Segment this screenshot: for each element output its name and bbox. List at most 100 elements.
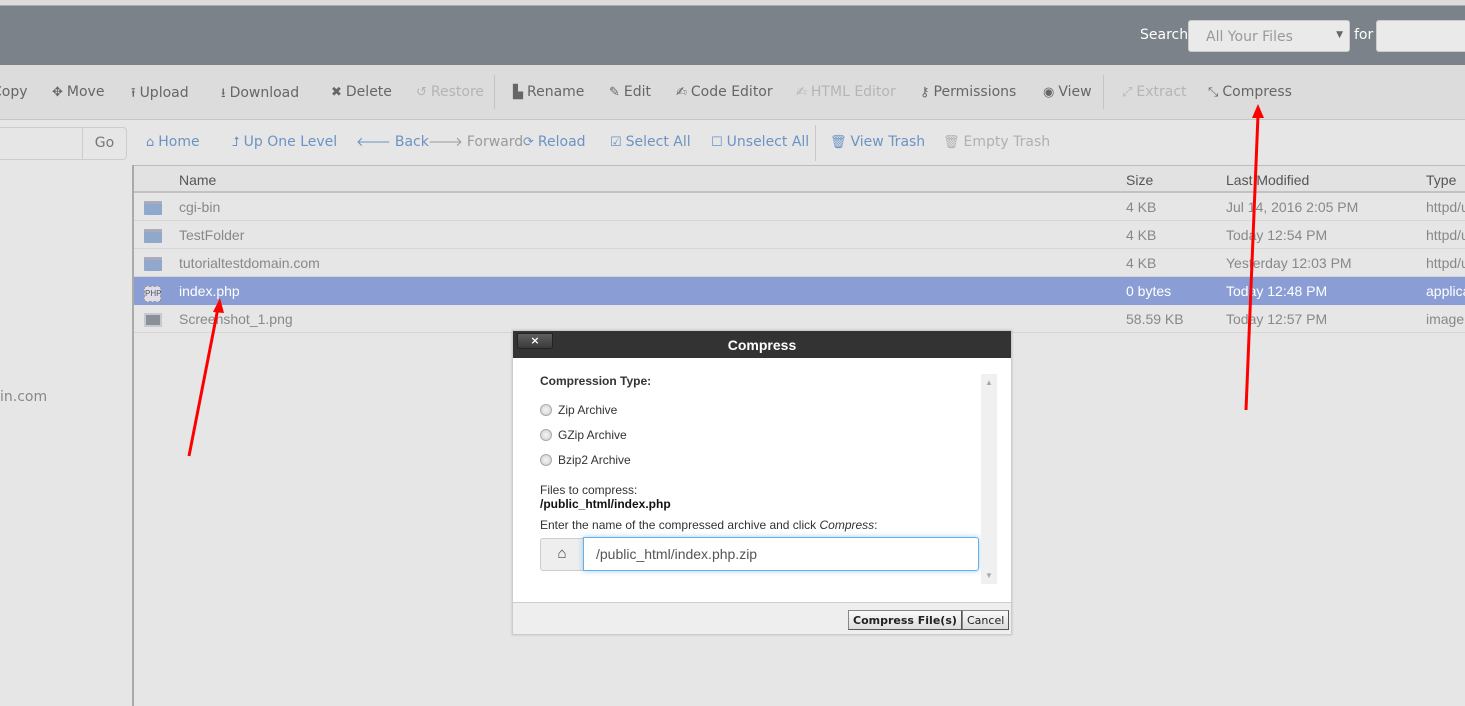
key-icon: ⚷ — [920, 85, 930, 100]
scroll-down-icon[interactable]: ▼ — [985, 571, 993, 580]
file-name: tutorialtestdomain.com — [179, 255, 320, 271]
delete-button[interactable]: ✖ Delete — [331, 84, 392, 100]
rename-button[interactable]: ▙ Rename — [513, 84, 584, 100]
table-row[interactable]: cgi-bin 4 KB Jul 14, 2016 2:05 PM httpd/… — [134, 193, 1465, 221]
select-all-button[interactable]: ☑ Select All — [610, 134, 691, 150]
cancel-button[interactable]: Cancel — [962, 610, 1010, 630]
copy-button[interactable]: Copy — [0, 84, 28, 100]
file-type: httpd/u — [1426, 199, 1465, 215]
folder-icon — [144, 199, 162, 216]
column-size[interactable]: Size — [1126, 172, 1153, 188]
compress-files-button[interactable]: Compress File(s) — [848, 610, 962, 630]
file-type: image — [1426, 311, 1465, 327]
eye-icon: ◉ — [1043, 85, 1055, 100]
header-bar: Search All Your Files ▼ for — [0, 6, 1465, 65]
search-scope-select[interactable]: All Your Files ▼ — [1188, 20, 1350, 52]
file-size: 4 KB — [1126, 199, 1157, 215]
unselect-all-button[interactable]: ☐ Unselect All — [711, 134, 809, 150]
column-type[interactable]: Type — [1426, 172, 1456, 188]
path-input[interactable] — [0, 127, 83, 160]
search-scope-value: All Your Files — [1206, 29, 1293, 45]
archive-name-input[interactable] — [583, 537, 979, 571]
checkbox-empty-icon: ☐ — [711, 135, 723, 150]
home-icon: ⌂ — [540, 538, 584, 571]
file-size: 4 KB — [1126, 227, 1157, 243]
toolbar-divider — [815, 125, 816, 161]
file-modified: Jul 14, 2016 2:05 PM — [1226, 199, 1359, 215]
dialog-title: Compress — [513, 331, 1011, 358]
file-size: 58.59 KB — [1126, 311, 1184, 327]
extract-button[interactable]: ⤢ Extract — [1122, 84, 1187, 100]
table-header: Name Size Last Modified Type — [134, 165, 1465, 193]
edit-button[interactable]: ✎ Edit — [609, 84, 651, 100]
table-row[interactable]: Screenshot_1.png 58.59 KB Today 12:57 PM… — [134, 305, 1465, 333]
compress-icon: ⤡ — [1208, 85, 1219, 100]
scroll-up-icon[interactable]: ▲ — [985, 378, 993, 387]
table-row[interactable]: TestFolder 4 KB Today 12:54 PM httpd/u — [134, 221, 1465, 249]
radio-zip[interactable]: Zip Archive — [540, 403, 617, 417]
files-to-compress-label: Files to compress: — [540, 483, 638, 497]
view-trash-button[interactable]: 🗑 View Trash — [830, 134, 925, 150]
up-one-level-button[interactable]: ⮥ Up One Level — [232, 134, 337, 150]
forward-button[interactable]: 🡒 Forward — [428, 134, 523, 150]
pencil-icon: ✎ — [609, 85, 620, 100]
delete-icon: ✖ — [331, 85, 342, 100]
radio-button[interactable] — [540, 454, 552, 466]
radio-bzip2[interactable]: Bzip2 Archive — [540, 453, 631, 467]
close-button[interactable]: × — [517, 333, 553, 349]
compression-type-label: Compression Type: — [540, 374, 652, 388]
download-button[interactable]: ⭳ Download — [221, 84, 299, 106]
expand-icon: ⤢ — [1122, 85, 1133, 100]
refresh-icon: ⟳ — [523, 135, 534, 150]
file-type: httpd/u — [1426, 255, 1465, 271]
checkbox-checked-icon: ☑ — [610, 135, 622, 150]
back-button[interactable]: 🡐 Back — [356, 134, 429, 150]
compress-dialog: Compress × Compression Type: Zip Archive… — [512, 330, 1012, 635]
file-modified: Today 12:57 PM — [1226, 311, 1328, 327]
folder-icon — [144, 255, 162, 272]
radio-button[interactable] — [540, 404, 552, 416]
file-size: 4 KB — [1126, 255, 1157, 271]
search-label: Search — [1140, 27, 1189, 43]
download-icon: ⭳ — [221, 86, 226, 101]
upload-button[interactable]: ⭱ Upload — [131, 84, 189, 106]
trash-icon: 🗑 — [943, 135, 960, 150]
files-to-compress-path: /public_html/index.php — [540, 497, 671, 511]
compress-button[interactable]: ⤡ Compress — [1208, 84, 1292, 100]
dialog-footer: Compress File(s) Cancel — [513, 602, 1011, 634]
view-button[interactable]: ◉ View — [1043, 84, 1092, 100]
home-button[interactable]: ⌂ Home — [146, 134, 200, 150]
radio-button[interactable] — [540, 429, 552, 441]
move-icon: ✥ — [52, 85, 63, 100]
move-button[interactable]: ✥ Move — [52, 84, 104, 100]
reload-button[interactable]: ⟳ Reload — [523, 134, 586, 150]
file-type: applica — [1426, 283, 1465, 299]
file-modified: Today 12:48 PM — [1226, 283, 1328, 299]
code-editor-button[interactable]: ✍ Code Editor — [676, 84, 773, 100]
search-input[interactable] — [1376, 20, 1465, 52]
level-up-icon: ⮥ — [232, 135, 240, 150]
arrow-right-icon: 🡒 — [428, 135, 463, 150]
table-row-selected[interactable]: PHP index.php 0 bytes Today 12:48 PM app… — [134, 277, 1465, 305]
go-button[interactable]: Go — [82, 127, 127, 160]
column-name[interactable]: Name — [179, 172, 216, 188]
restore-icon: ↺ — [416, 85, 427, 100]
html-editor-button[interactable]: ✍ HTML Editor — [796, 84, 896, 100]
folder-icon — [144, 227, 162, 244]
radio-gzip[interactable]: GZip Archive — [540, 428, 627, 442]
dialog-scrollbar[interactable]: ▲ ▼ — [981, 374, 997, 584]
dialog-body: Compression Type: Zip Archive GZip Archi… — [513, 358, 1011, 602]
restore-button[interactable]: ↺ Restore — [416, 84, 484, 100]
arrow-left-icon: 🡐 — [356, 135, 391, 150]
for-label: for — [1354, 27, 1374, 43]
sidebar-tree-item[interactable]: in.com — [0, 389, 47, 405]
file-icon: ▙ — [513, 85, 523, 100]
permissions-button[interactable]: ⚷ Permissions — [920, 84, 1016, 100]
image-file-icon — [144, 311, 162, 328]
file-type: httpd/u — [1426, 227, 1465, 243]
navigation-toolbar: Go ⌂ Home ⮥ Up One Level 🡐 Back 🡒 Forward ⟳ R… — [0, 121, 1465, 165]
empty-trash-button[interactable]: 🗑 Empty Trash — [943, 134, 1050, 150]
table-row[interactable]: tutorialtestdomain.com 4 KB Yesterday 12… — [134, 249, 1465, 277]
trash-icon: 🗑 — [830, 135, 847, 150]
column-last-modified[interactable]: Last Modified — [1226, 172, 1309, 188]
